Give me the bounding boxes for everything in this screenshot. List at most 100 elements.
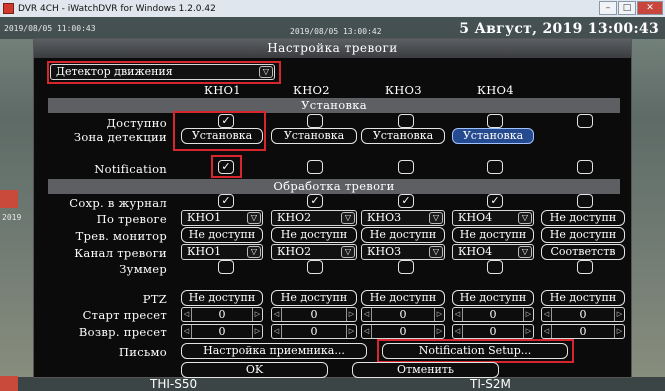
increment-icon[interactable]: ▷ [252, 325, 262, 338]
osd-date: 5 Август, 2019 13:00:43 [459, 21, 659, 37]
start-preset-spinner-4[interactable]: ◁ 0 ▷ [452, 307, 534, 322]
monitor-select-1[interactable]: Не доступн [181, 227, 263, 243]
maximize-button[interactable]: □ [618, 1, 636, 15]
start-preset-spinner-5[interactable]: ◁ 0 ▷ [541, 307, 625, 322]
increment-icon[interactable]: ▷ [523, 308, 533, 321]
log-checkbox-2[interactable]: ✓ [307, 194, 323, 208]
decrement-icon[interactable]: ◁ [182, 308, 192, 321]
alarm-channel-value-4: КНО4 [458, 245, 493, 258]
decrement-icon[interactable]: ◁ [272, 325, 282, 338]
available-checkbox-3[interactable] [398, 114, 414, 128]
return-preset-spinner-2[interactable]: ◁ 0 ▷ [271, 324, 357, 339]
increment-icon[interactable]: ▷ [614, 325, 624, 338]
increment-icon[interactable]: ▷ [252, 308, 262, 321]
buzzer-checkbox-3[interactable] [398, 260, 414, 274]
decrement-icon[interactable]: ◁ [362, 308, 372, 321]
notification-checkbox-3[interactable] [398, 160, 414, 174]
camera-marker [0, 190, 18, 208]
log-checkbox-3[interactable]: ✓ [398, 194, 414, 208]
by-alarm-select-1[interactable]: КНО1 ▽ [181, 210, 263, 226]
monitor-select-3[interactable]: Не доступн [361, 227, 445, 243]
alarm-channel-select-1[interactable]: КНО1 ▽ [181, 244, 263, 260]
decrement-icon[interactable]: ◁ [453, 308, 463, 321]
increment-icon[interactable]: ▷ [614, 308, 624, 321]
window-title: DVR 4CH - iWatchDVR for Windows 1.2.0.42 [18, 3, 216, 14]
by-alarm-select-2[interactable]: КНО2 ▽ [271, 210, 357, 226]
mail-receiver-setup-button[interactable]: Настройка приемника... [181, 343, 367, 359]
monitor-select-4[interactable]: Не доступн [452, 227, 534, 243]
highlight-detector [47, 61, 281, 84]
alarm-channel-select-2[interactable]: КНО2 ▽ [271, 244, 357, 260]
window-titlebar: DVR 4CH - iWatchDVR for Windows 1.2.0.42… [0, 0, 665, 17]
increment-icon[interactable]: ▷ [346, 325, 356, 338]
alarm-channel-select-5[interactable]: Соответств [541, 244, 625, 260]
return-preset-spinner-1[interactable]: ◁ 0 ▷ [181, 324, 263, 339]
row-label-mail: Письмо [118, 345, 167, 359]
zone-setup-button-3[interactable]: Установка [361, 128, 445, 144]
start-preset-value-2: 0 [310, 308, 318, 321]
return-preset-spinner-3[interactable]: ◁ 0 ▷ [361, 324, 445, 339]
ptz-select-3[interactable]: Не доступн [361, 290, 445, 306]
return-preset-spinner-4[interactable]: ◁ 0 ▷ [452, 324, 534, 339]
minimize-button[interactable]: – [599, 1, 617, 15]
log-checkbox-4[interactable]: ✓ [487, 194, 503, 208]
start-preset-value-1: 0 [218, 308, 226, 321]
notification-checkbox-2[interactable] [307, 160, 323, 174]
zone-setup-button-4[interactable]: Установка [452, 128, 534, 144]
decrement-icon[interactable]: ◁ [542, 325, 552, 338]
return-preset-value-1: 0 [218, 325, 226, 338]
return-preset-spinner-5[interactable]: ◁ 0 ▷ [541, 324, 625, 339]
section-alarm: Обработка тревоги [48, 179, 620, 194]
ptz-select-1[interactable]: Не доступн [181, 290, 263, 306]
start-preset-value-5: 0 [579, 308, 587, 321]
log-checkbox-1[interactable]: ✓ [218, 194, 234, 208]
notification-checkbox-4[interactable] [487, 160, 503, 174]
available-checkbox-2[interactable] [307, 114, 323, 128]
row-label-log: Сохр. в журнал [69, 196, 167, 210]
decrement-icon[interactable]: ◁ [453, 325, 463, 338]
buzzer-checkbox-2[interactable] [307, 260, 323, 274]
decrement-icon[interactable]: ◁ [272, 308, 282, 321]
alarm-channel-value-2: КНО2 [277, 245, 312, 258]
alarm-channel-select-3[interactable]: КНО3 ▽ [361, 244, 445, 260]
buzzer-checkbox-1[interactable] [218, 260, 234, 274]
zone-setup-button-2[interactable]: Установка [271, 128, 357, 144]
available-checkbox-4[interactable] [487, 114, 503, 128]
start-preset-spinner-1[interactable]: ◁ 0 ▷ [181, 307, 263, 322]
ptz-select-2[interactable]: Не доступн [271, 290, 357, 306]
section-setup: Установка [48, 98, 620, 113]
monitor-select-5[interactable]: Не доступн [541, 227, 625, 243]
by-alarm-select-5[interactable]: Не доступн [541, 210, 625, 226]
decrement-icon[interactable]: ◁ [362, 325, 372, 338]
buzzer-checkbox-5[interactable] [577, 260, 593, 274]
start-preset-spinner-3[interactable]: ◁ 0 ▷ [361, 307, 445, 322]
notification-checkbox-5[interactable] [577, 160, 593, 174]
alarm-channel-select-4[interactable]: КНО4 ▽ [452, 244, 534, 260]
start-preset-spinner-2[interactable]: ◁ 0 ▷ [271, 307, 357, 322]
increment-icon[interactable]: ▷ [434, 308, 444, 321]
increment-icon[interactable]: ▷ [434, 325, 444, 338]
by-alarm-select-4[interactable]: КНО4 ▽ [452, 210, 534, 226]
return-preset-value-2: 0 [310, 325, 318, 338]
chevron-down-icon: ▽ [247, 246, 261, 258]
chevron-down-icon: ▽ [341, 246, 355, 258]
available-checkbox-5[interactable] [577, 114, 593, 128]
ptz-select-5[interactable]: Не доступн [541, 290, 625, 306]
increment-icon[interactable]: ▷ [346, 308, 356, 321]
by-alarm-value-1: КНО1 [187, 211, 222, 224]
cancel-button[interactable]: Отменить [352, 362, 499, 378]
increment-icon[interactable]: ▷ [523, 325, 533, 338]
by-alarm-select-3[interactable]: КНО3 ▽ [361, 210, 445, 226]
close-button[interactable]: ✕ [637, 1, 663, 15]
buzzer-checkbox-4[interactable] [487, 260, 503, 274]
monitor-select-2[interactable]: Не доступн [271, 227, 357, 243]
decrement-icon[interactable]: ◁ [182, 325, 192, 338]
decrement-icon[interactable]: ◁ [542, 308, 552, 321]
alarm-channel-value-3: КНО3 [367, 245, 402, 258]
return-preset-value-5: 0 [579, 325, 587, 338]
ptz-select-4[interactable]: Не доступн [452, 290, 534, 306]
bottom-video-strip [0, 377, 665, 391]
row-label-return-preset: Возвр. пресет [78, 325, 167, 339]
ok-button[interactable]: OK [181, 362, 328, 378]
log-checkbox-5[interactable] [577, 194, 593, 208]
